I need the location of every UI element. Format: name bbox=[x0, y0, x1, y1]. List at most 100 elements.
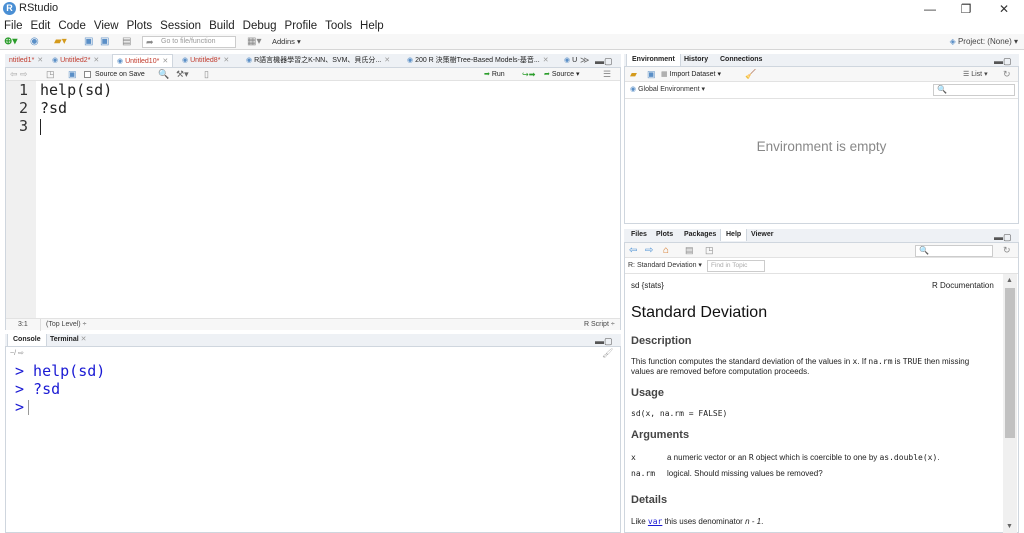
back-forward-icon[interactable]: ⇦ ⇨ bbox=[10, 68, 28, 81]
menu-plots[interactable]: Plots bbox=[123, 18, 157, 34]
save-all-icon[interactable]: ▣ bbox=[100, 36, 109, 48]
line-number: 1 bbox=[18, 81, 28, 99]
search-icon[interactable]: 🔍 bbox=[158, 68, 169, 81]
tab-connections[interactable]: Connections bbox=[715, 54, 767, 66]
arguments-heading: Arguments bbox=[631, 429, 690, 441]
tab-untitled10[interactable]: ◉ Untitled10* ✕ bbox=[112, 54, 174, 67]
help-back-icon[interactable]: ⇦ bbox=[629, 244, 637, 257]
menu-view[interactable]: View bbox=[90, 18, 123, 34]
doc-outline-icon[interactable]: ☰ bbox=[603, 68, 611, 81]
tab-untitled1[interactable]: ntitled1* ✕ bbox=[5, 54, 47, 67]
scrollbar-thumb[interactable] bbox=[1005, 288, 1015, 438]
new-project-icon[interactable]: ◉ bbox=[30, 36, 39, 48]
menu-edit[interactable]: Edit bbox=[27, 18, 55, 34]
tab-untitled8[interactable]: ◉ Untitled8* ✕ bbox=[178, 54, 233, 67]
menu-tools[interactable]: Tools bbox=[321, 18, 356, 34]
tab-plots[interactable]: Plots bbox=[651, 229, 678, 241]
broom-icon[interactable]: 🧹 bbox=[745, 68, 756, 81]
env-search-input[interactable]: 🔍 bbox=[933, 84, 1015, 96]
console-line: > help(sd) bbox=[15, 362, 106, 380]
new-file-icon[interactable]: ⊕▾ bbox=[4, 36, 17, 48]
env-empty-message: Environment is empty bbox=[756, 139, 887, 154]
tab-console[interactable]: Console bbox=[7, 334, 47, 346]
line-number-gutter: 1 2 3 bbox=[6, 81, 36, 318]
file-type-selector[interactable]: R Script ÷ bbox=[584, 319, 615, 331]
pane-minmax-icon[interactable]: ▬▢ bbox=[994, 231, 1012, 243]
console-output[interactable]: > help(sd) > ?sd > bbox=[6, 360, 620, 532]
show-in-window-icon[interactable]: ◳ bbox=[705, 244, 714, 257]
scope-selector[interactable]: (Top Level) ÷ bbox=[46, 319, 86, 331]
line-number: 3 bbox=[18, 117, 28, 135]
close-button[interactable]: ✕ bbox=[990, 1, 1018, 17]
tab-knn-svm[interactable]: ◉ R語言機器學習之K-NN、SVM、貝氏分... ✕ bbox=[242, 54, 398, 67]
pane-minmax-icon[interactable]: ▬▢ bbox=[595, 55, 613, 67]
tab-tree-models[interactable]: ◉ 200 R 決策樹Tree-Based Models-基音... ✕ bbox=[403, 54, 559, 67]
save-icon[interactable]: ▣ bbox=[68, 68, 77, 81]
tab-help[interactable]: Help bbox=[720, 229, 748, 241]
env-toolbar: ▰ ▣ ▦ Import Dataset ▾ 🧹 ☰ List ▾ ↻ bbox=[625, 67, 1018, 82]
help-forward-icon[interactable]: ⇨ bbox=[645, 244, 653, 257]
menu-file[interactable]: File bbox=[0, 18, 27, 34]
console-tabstrip: Console Terminal ✕ ▬▢ bbox=[5, 334, 621, 347]
code-editor[interactable]: help(sd) ?sd bbox=[36, 81, 620, 318]
tab-u[interactable]: ◉ U bbox=[560, 54, 581, 67]
pane-minmax-icon[interactable]: ▬▢ bbox=[595, 335, 613, 347]
more-tabs-icon[interactable]: ≫ bbox=[580, 54, 589, 67]
print-icon[interactable]: ▤ bbox=[122, 36, 131, 48]
scroll-down-icon[interactable]: ▼ bbox=[1006, 523, 1013, 530]
refresh-icon[interactable]: ↻ bbox=[1003, 68, 1011, 81]
help-scrollbar[interactable]: ▲ ▼ bbox=[1003, 274, 1017, 533]
tab-packages[interactable]: Packages bbox=[679, 229, 721, 241]
menu-build[interactable]: Build bbox=[205, 18, 239, 34]
minimize-button[interactable]: — bbox=[916, 1, 944, 17]
cursor-position: 3:1 bbox=[18, 321, 28, 328]
tab-viewer[interactable]: Viewer bbox=[746, 229, 778, 241]
console-prompt: > bbox=[15, 398, 25, 416]
menu-help[interactable]: Help bbox=[356, 18, 388, 34]
menu-debug[interactable]: Debug bbox=[239, 18, 281, 34]
menu-bar: File Edit Code View Plots Session Build Debug Pr… bbox=[0, 18, 1024, 34]
description-heading: Description bbox=[631, 335, 692, 347]
help-topic-selector[interactable]: R: Standard Deviation ▾ bbox=[628, 260, 702, 271]
help-home-icon[interactable]: ⌂ bbox=[663, 244, 669, 257]
restore-button[interactable]: ❐ bbox=[952, 1, 980, 17]
scroll-up-icon[interactable]: ▲ bbox=[1006, 277, 1013, 284]
run-button[interactable]: ➡ Run bbox=[484, 68, 505, 81]
save-workspace-icon[interactable]: ▣ bbox=[647, 68, 656, 81]
env-scope-selector[interactable]: ◉ Global Environment ▾ bbox=[630, 85, 705, 93]
source-button[interactable]: ➦ Source ▾ bbox=[544, 68, 579, 81]
refresh-icon[interactable]: ↻ bbox=[1003, 244, 1011, 257]
grid-icon[interactable]: ▦▾ bbox=[247, 36, 261, 48]
show-in-window-icon[interactable]: ◳ bbox=[46, 68, 55, 81]
tab-untitled2[interactable]: ◉ Untitled2* ✕ bbox=[48, 54, 103, 67]
rerun-icon[interactable]: ↪➡ bbox=[522, 68, 535, 81]
source-on-save-checkbox[interactable] bbox=[84, 71, 91, 78]
help-search-input[interactable]: 🔍 bbox=[915, 245, 993, 257]
var-link[interactable]: var bbox=[648, 517, 662, 526]
open-file-icon[interactable]: ▰▾ bbox=[54, 36, 67, 48]
pane-minmax-icon[interactable]: ▬▢ bbox=[994, 55, 1012, 67]
wand-icon[interactable]: ⚒▾ bbox=[176, 68, 189, 81]
goto-file-input[interactable]: Go to file/function bbox=[142, 36, 236, 48]
menu-code[interactable]: Code bbox=[54, 18, 90, 34]
tab-history[interactable]: History bbox=[679, 54, 713, 66]
r-file-icon: ◉ bbox=[246, 57, 255, 64]
divider bbox=[625, 98, 1018, 99]
print-icon[interactable]: ▤ bbox=[685, 244, 694, 257]
load-workspace-icon[interactable]: ▰ bbox=[630, 68, 637, 81]
addins-menu[interactable]: Addins ▾ bbox=[272, 37, 301, 46]
find-in-topic-input[interactable]: Find in Topic bbox=[707, 260, 765, 272]
project-menu[interactable]: ◈ Project: (None) ▾ bbox=[950, 36, 1018, 48]
save-icon[interactable]: ▣ bbox=[84, 36, 93, 48]
help-package: sd {stats} bbox=[631, 281, 664, 290]
tab-files[interactable]: Files bbox=[626, 229, 652, 241]
tab-terminal[interactable]: Terminal ✕ bbox=[45, 334, 91, 346]
goto-dir-icon[interactable]: ⇨ bbox=[18, 350, 24, 357]
tab-environment[interactable]: Environment bbox=[626, 54, 681, 66]
import-dataset-button[interactable]: ▦ Import Dataset ▾ bbox=[661, 68, 721, 81]
menu-session[interactable]: Session bbox=[156, 18, 205, 34]
menu-profile[interactable]: Profile bbox=[281, 18, 322, 34]
outline-icon[interactable]: ▯ bbox=[204, 68, 209, 81]
clear-console-icon[interactable]: 🖌 bbox=[602, 348, 613, 359]
list-view-selector[interactable]: ☰ List ▾ bbox=[963, 68, 988, 81]
